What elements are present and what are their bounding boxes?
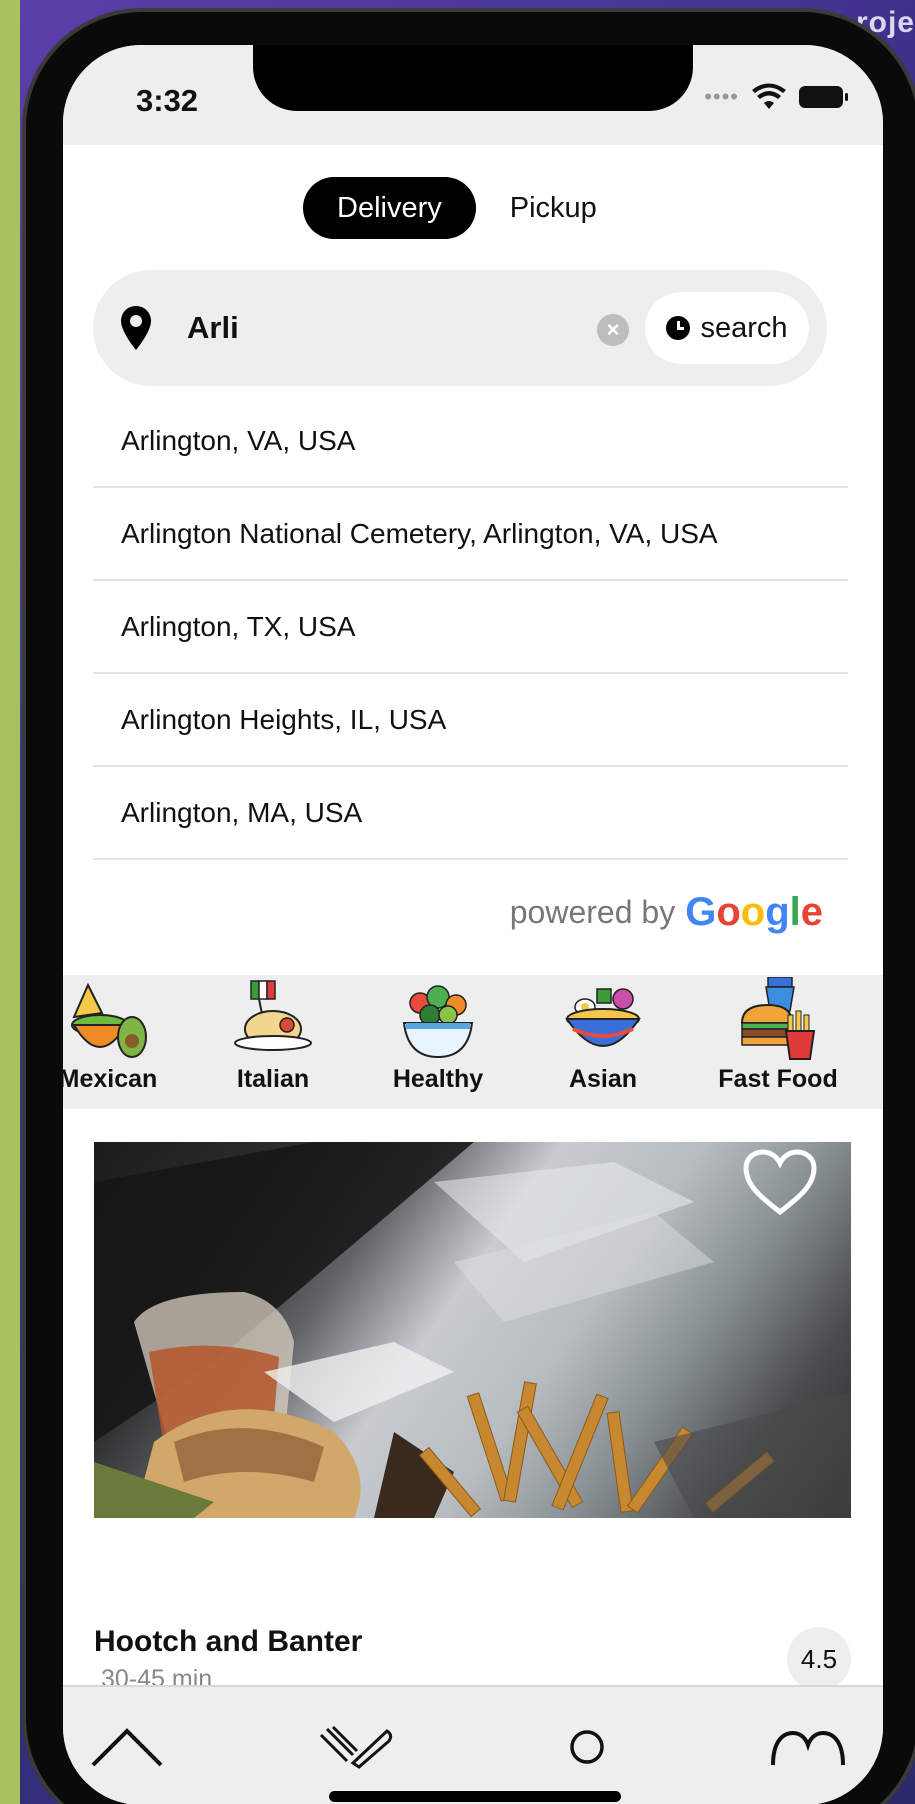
category-italian[interactable]: Italian bbox=[198, 975, 348, 1109]
search-button[interactable]: search bbox=[645, 292, 809, 364]
category-label: Mexican bbox=[63, 1065, 158, 1093]
circle-icon[interactable] bbox=[567, 1725, 607, 1769]
category-asian[interactable]: Asian bbox=[528, 975, 678, 1109]
category-label: Fast Food bbox=[718, 1065, 838, 1093]
restaurant-photo[interactable] bbox=[94, 1142, 851, 1518]
category-mexican[interactable]: Mexican bbox=[63, 975, 183, 1109]
address-search-input[interactable]: Arli bbox=[187, 310, 239, 346]
clear-icon[interactable]: × bbox=[597, 314, 629, 346]
location-panel: Delivery Pickup Arli × search Arlington,… bbox=[63, 145, 883, 1020]
category-fast-food[interactable]: Fast Food bbox=[703, 975, 853, 1109]
category-label: Healthy bbox=[392, 1065, 484, 1093]
category-healthy[interactable]: Healthy bbox=[363, 975, 513, 1109]
suggestion-item[interactable]: Arlington, TX, USA bbox=[93, 581, 848, 674]
heart-tab-icon[interactable] bbox=[769, 1725, 847, 1769]
guacamole-icon bbox=[71, 982, 147, 1058]
suggestion-item[interactable]: Arlington Heights, IL, USA bbox=[93, 674, 848, 767]
signal-icon: •••• bbox=[704, 84, 739, 109]
google-logo: Google bbox=[685, 890, 823, 934]
map-pin-icon bbox=[121, 306, 151, 350]
utensils-icon[interactable] bbox=[317, 1725, 395, 1769]
status-bar: 3:32 •••• bbox=[63, 45, 883, 145]
category-label: Italian bbox=[236, 1065, 310, 1093]
status-time: 3:32 bbox=[136, 83, 199, 118]
suggestion-item[interactable]: Arlington, MA, USA bbox=[93, 767, 848, 860]
status-icons: •••• bbox=[704, 83, 848, 111]
restaurant-name[interactable]: Hootch and Banter bbox=[94, 1625, 362, 1659]
salad-icon bbox=[402, 985, 474, 1059]
suggestion-item[interactable]: Arlington, VA, USA bbox=[93, 395, 848, 488]
google-attribution: powered by Google bbox=[510, 890, 823, 935]
bottom-tab-bar bbox=[63, 1685, 883, 1804]
food-photo-illustration bbox=[94, 1142, 851, 1518]
heart-icon[interactable] bbox=[742, 1148, 818, 1216]
attribution-prefix: powered by bbox=[509, 894, 676, 930]
home-indicator[interactable] bbox=[329, 1791, 621, 1802]
search-button-label: search bbox=[700, 311, 788, 344]
battery-icon bbox=[799, 86, 848, 108]
home-icon[interactable] bbox=[89, 1725, 165, 1769]
delivery-tab[interactable]: Delivery bbox=[303, 177, 476, 239]
mode-toggle: Delivery Pickup bbox=[303, 177, 631, 239]
address-search-bar[interactable]: Arli × search bbox=[93, 270, 827, 386]
suggestion-item[interactable]: Arlington National Cemetery, Arlington, … bbox=[93, 488, 848, 581]
clock-icon bbox=[666, 316, 691, 340]
app-screen: 3:32 •••• Delivery Pickup Arli × search … bbox=[63, 45, 883, 1804]
category-label: Asian bbox=[568, 1065, 638, 1093]
pickup-tab[interactable]: Pickup bbox=[476, 177, 631, 239]
rating-badge: 4.5 bbox=[787, 1627, 851, 1691]
suggestion-list: Arlington, VA, USA Arlington National Ce… bbox=[93, 395, 848, 860]
wifi-icon bbox=[752, 83, 786, 109]
pasta-icon bbox=[234, 980, 312, 1051]
category-strip: Mexican Italian Healthy Asian Fast Food bbox=[63, 975, 883, 1109]
burger-icon bbox=[740, 977, 816, 1060]
ramen-icon bbox=[565, 988, 641, 1047]
notch bbox=[253, 45, 693, 111]
